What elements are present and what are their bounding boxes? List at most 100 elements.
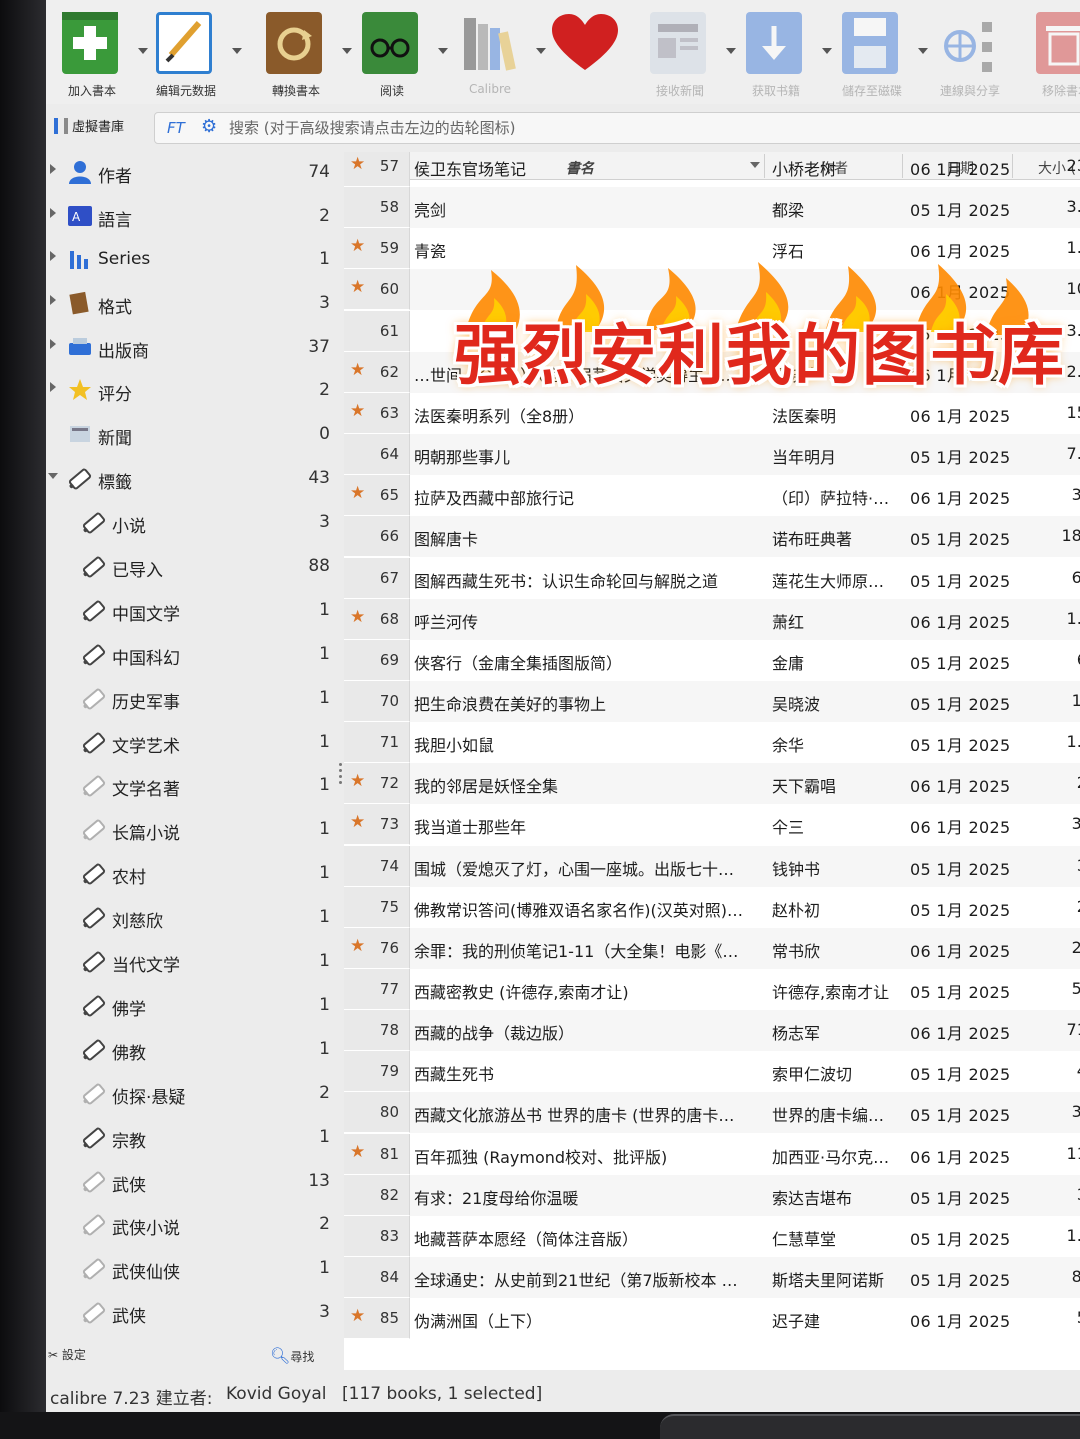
table-row[interactable]: ★ 72 我的邻居是妖怪全集 天下霸唱 06 1月 2025 2. xyxy=(344,763,1080,804)
table-row[interactable]: 84 全球通史：从史前到21世纪（第7版新校本 … 斯塔夫里阿诺斯 05 1月 202… xyxy=(344,1257,1080,1298)
chevron-down-icon[interactable] xyxy=(536,48,546,54)
tag-item[interactable]: 当代文学 1 xyxy=(46,939,338,983)
search-input[interactable] xyxy=(229,117,1080,139)
table-row[interactable]: 79 西藏生死书 索甲仁波切 05 1月 2025 4. xyxy=(344,1051,1080,1092)
tag-item[interactable]: 小说 3 xyxy=(46,500,338,544)
row-number-cell[interactable]: ★ 81 xyxy=(344,1134,410,1175)
table-row[interactable]: 66 图解唐卡 诺布旺典著 05 1月 2025 182 xyxy=(344,516,1080,557)
table-row[interactable]: 71 我胆小如鼠 余华 05 1月 2025 1.9 xyxy=(344,722,1080,763)
row-number-cell[interactable]: ★ 57 xyxy=(344,152,410,187)
table-row[interactable]: 78 西藏的战争（裁边版） 杨志军 06 1月 2025 71. xyxy=(344,1010,1080,1051)
remove-book-button[interactable]: 移除書本 xyxy=(1026,8,1080,100)
tag-item[interactable]: 文学名著 1 xyxy=(46,763,338,807)
chevron-down-icon[interactable] xyxy=(726,48,736,54)
tag-item[interactable]: 已导入 88 xyxy=(46,544,338,588)
tag-item[interactable]: 佛学 1 xyxy=(46,983,338,1027)
chevron-right-icon[interactable] xyxy=(50,339,56,349)
tag-item[interactable]: 文学艺术 1 xyxy=(46,720,338,764)
row-number-cell[interactable]: 61 xyxy=(344,311,410,352)
table-row[interactable]: 69 侠客行（金庸全集插图版简） 金庸 05 1月 2025 6. xyxy=(344,640,1080,681)
row-number-cell[interactable]: 58 xyxy=(344,187,410,228)
row-number-cell[interactable]: 66 xyxy=(344,516,410,557)
tag-item[interactable]: 中国文学 1 xyxy=(46,588,338,632)
row-number-cell[interactable]: 77 xyxy=(344,969,410,1010)
table-row[interactable]: 67 图解西藏生死书：认识生命轮回与解脱之道 莲花生大师原… 05 1月 2025 65 xyxy=(344,558,1080,599)
row-number-cell[interactable]: 70 xyxy=(344,681,410,722)
table-row[interactable]: ★ 76 余罪：我的刑侦笔记1-11（大全集！电影《… 常书欣 06 1月 2025 27 xyxy=(344,928,1080,969)
settings-button[interactable]: ✂ 設定 xyxy=(48,1346,86,1363)
table-row[interactable]: ★ 81 百年孤独 (Raymond校对、批评版) 加西亚·马尔克… 06 1月 202… xyxy=(344,1134,1080,1175)
tag-category-row[interactable]: 作者 74 xyxy=(46,150,338,194)
chevron-right-icon[interactable] xyxy=(50,164,56,174)
tag-category-row[interactable]: Series 1 xyxy=(46,237,338,281)
virtual-library-button[interactable]: 虛擬書庫 xyxy=(54,116,124,135)
row-number-cell[interactable]: 83 xyxy=(344,1216,410,1257)
row-number-cell[interactable]: 80 xyxy=(344,1092,410,1133)
tag-category-row[interactable]: A 語言 2 xyxy=(46,194,338,238)
tag-item[interactable]: 佛教 1 xyxy=(46,1027,338,1071)
row-number-cell[interactable]: 82 xyxy=(344,1175,410,1216)
chevron-down-icon[interactable] xyxy=(48,473,58,479)
row-number-cell[interactable]: 74 xyxy=(344,846,410,887)
row-number-cell[interactable]: 67 xyxy=(344,558,410,599)
row-number-cell[interactable]: 71 xyxy=(344,722,410,763)
table-row[interactable]: 64 明朝那些事儿 当年明月 05 1月 2025 7.0 xyxy=(344,434,1080,475)
row-number-cell[interactable]: 69 xyxy=(344,640,410,681)
chevron-down-icon[interactable] xyxy=(438,48,448,54)
tag-item[interactable]: 武侠 13 xyxy=(46,1159,338,1203)
table-row[interactable]: 83 地藏菩萨本愿经（简体注音版） 仁慧草堂 05 1月 2025 1.0 xyxy=(344,1216,1080,1257)
calibre-library-button[interactable]: Calibre xyxy=(450,8,546,100)
tag-item[interactable]: 中国科幻 1 xyxy=(46,632,338,676)
tag-category-row[interactable]: 標籤 43 xyxy=(46,456,338,500)
find-button[interactable]: 🔍︎尋找 xyxy=(270,1346,314,1365)
chevron-right-icon[interactable] xyxy=(50,208,56,218)
row-number-cell[interactable]: ★ 59 xyxy=(344,228,410,269)
tag-category-row[interactable]: 格式 3 xyxy=(46,281,338,325)
donate-button[interactable] xyxy=(546,8,626,100)
table-row[interactable]: 75 佛教常识答问(博雅双语名家名作)(汉英对照)… 赵朴初 05 1月 2025 2. xyxy=(344,887,1080,928)
chevron-down-icon[interactable] xyxy=(232,48,242,54)
tag-item[interactable]: 侦探·悬疑 2 xyxy=(46,1071,338,1115)
tag-item[interactable]: 长篇小说 1 xyxy=(46,807,338,851)
row-number-cell[interactable]: ★ 85 xyxy=(344,1298,410,1339)
table-row[interactable]: ★ 65 拉萨及西藏中部旅行记 （印）萨拉特·… 06 1月 2025 35 xyxy=(344,475,1080,516)
chevron-down-icon[interactable] xyxy=(342,48,352,54)
chevron-right-icon[interactable] xyxy=(50,295,56,305)
row-number-cell[interactable]: ★ 65 xyxy=(344,475,410,516)
chevron-right-icon[interactable] xyxy=(50,382,56,392)
table-row[interactable]: ★ 85 伪满洲国（上下） 迟子建 06 1月 2025 5. xyxy=(344,1298,1080,1339)
tag-item[interactable]: 武侠仙侠 1 xyxy=(46,1246,338,1290)
row-number-cell[interactable]: ★ 73 xyxy=(344,804,410,845)
row-number-cell[interactable]: ★ 63 xyxy=(344,393,410,434)
tag-item[interactable]: 宗教 1 xyxy=(46,1115,338,1159)
table-row[interactable]: 82 有求：21度母给你温暖 索达吉堪布 05 1月 2025 3. xyxy=(344,1175,1080,1216)
save-to-disk-button[interactable]: 儲存至磁碟 xyxy=(832,8,928,100)
connect-share-button[interactable]: 連線與分享 xyxy=(930,8,1010,100)
tag-category-row[interactable]: 评分 2 xyxy=(46,368,338,412)
chevron-down-icon[interactable] xyxy=(918,48,928,54)
chevron-down-icon[interactable] xyxy=(822,48,832,54)
tag-item[interactable]: 历史军事 1 xyxy=(46,676,338,720)
row-number-cell[interactable]: 78 xyxy=(344,1010,410,1051)
add-book-button[interactable]: 加入書本 xyxy=(52,8,148,100)
tag-item[interactable]: 武侠 3 xyxy=(46,1290,338,1334)
full-text-search-icon[interactable]: FT xyxy=(167,119,185,137)
tag-category-row[interactable]: 出版商 37 xyxy=(46,325,338,369)
edit-metadata-button[interactable]: 编辑元数据 xyxy=(146,8,242,100)
table-row[interactable]: 80 西藏文化旅游丛书 世界的唐卡 (世界的唐卡… 世界的唐卡编… 05 1月 202… xyxy=(344,1092,1080,1133)
row-number-cell[interactable]: 75 xyxy=(344,887,410,928)
gear-icon[interactable]: ⚙ xyxy=(201,116,217,137)
chevron-right-icon[interactable] xyxy=(50,251,56,261)
table-row[interactable]: 77 西藏密教史 (许德存,索南才让) 许德存,索南才让 05 1月 2025 57 xyxy=(344,969,1080,1010)
read-book-button[interactable]: 阅读 xyxy=(352,8,448,100)
tag-category-row[interactable]: 新聞 0 xyxy=(46,412,338,456)
table-row[interactable]: ★ 68 呼兰河传 萧红 06 1月 2025 1.5 xyxy=(344,599,1080,640)
row-number-cell[interactable]: ★ 76 xyxy=(344,928,410,969)
table-row[interactable]: 74 围城（爱熄灭了灯，心围一座城。出版七十… 钱钟书 05 1月 2025 3. xyxy=(344,846,1080,887)
convert-book-button[interactable]: 轉換書本 xyxy=(256,8,352,100)
row-number-cell[interactable]: ★ 60 xyxy=(344,269,410,310)
row-number-cell[interactable]: ★ 72 xyxy=(344,763,410,804)
fetch-news-button[interactable]: 接收新聞 xyxy=(640,8,736,100)
row-number-cell[interactable]: 84 xyxy=(344,1257,410,1298)
row-number-cell[interactable]: ★ 62 xyxy=(344,352,410,393)
